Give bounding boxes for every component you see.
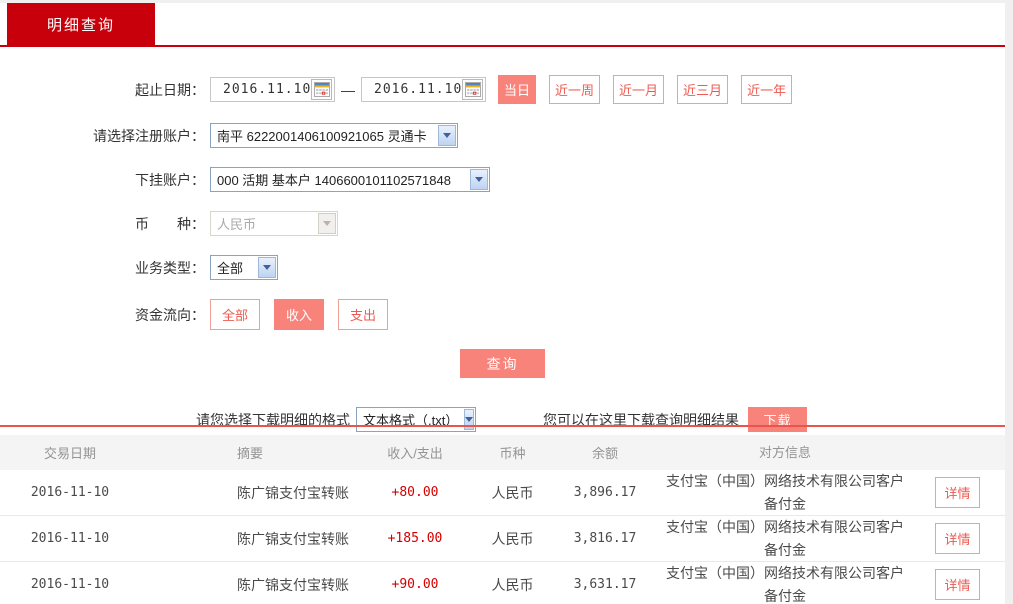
- header-date: 交易日期: [0, 443, 140, 462]
- fund-flow-buttons: 全部收入支出: [210, 299, 402, 330]
- sub-account-value: 000 活期 基本户 1406600101102571848: [211, 170, 470, 189]
- cell-amount: +185.00: [355, 531, 475, 546]
- cell-action: 详情: [910, 569, 1005, 600]
- fund-flow-button-0[interactable]: 全部: [210, 299, 260, 330]
- table-row: 2016-11-10陈广锦支付宝转账+80.00人民币3,896.17支付宝（中…: [0, 470, 1005, 516]
- table-row: 2016-11-10陈广锦支付宝转账+185.00人民币3,816.17支付宝（…: [0, 516, 1005, 562]
- sub-account-row: 下挂账户： 000 活期 基本户 1406600101102571848: [0, 167, 1005, 192]
- cell-balance: 3,896.17: [550, 485, 660, 500]
- quick-range-button-0[interactable]: 当日: [498, 75, 536, 104]
- tab-label: 明细查询: [47, 14, 115, 35]
- cell-summary: 陈广锦支付宝转账: [140, 483, 355, 503]
- detail-query-page: 明细查询 起止日期： 2016.11.10: [0, 0, 1013, 604]
- chevron-down-icon: [318, 213, 336, 234]
- cell-date: 2016-11-10: [0, 577, 140, 592]
- register-account-select[interactable]: 南平 6222001406100921065 灵通卡: [210, 123, 458, 148]
- detail-button[interactable]: 详情: [935, 569, 979, 600]
- calendar-icon[interactable]: [311, 79, 332, 100]
- business-type-select[interactable]: 全部: [210, 255, 278, 280]
- cell-summary: 陈广锦支付宝转账: [140, 529, 355, 549]
- fund-flow-button-1[interactable]: 收入: [274, 299, 324, 330]
- quick-range-button-4[interactable]: 近一年: [741, 75, 792, 104]
- fund-flow-row: 资金流向： 全部收入支出: [0, 299, 1005, 330]
- business-type-label: 业务类型：: [0, 258, 210, 278]
- fund-flow-label: 资金流向：: [0, 305, 210, 325]
- start-date-input[interactable]: 2016.11.10: [210, 77, 335, 102]
- currency-select-disabled: 人民币: [210, 211, 338, 236]
- download-row: 请您选择下载明细的格式 文本格式（.txt） 您可以在这里下载查询明细结果 下载: [196, 407, 1005, 432]
- quick-range-button-3[interactable]: 近三月: [677, 75, 728, 104]
- register-account-row: 请选择注册账户： 南平 6222001406100921065 灵通卡: [0, 123, 1005, 148]
- detail-button[interactable]: 详情: [935, 477, 979, 508]
- start-date-value: 2016.11.10: [211, 82, 311, 97]
- header-counterparty: 对方信息: [660, 441, 910, 464]
- cell-currency: 人民币: [475, 575, 550, 595]
- sub-account-select[interactable]: 000 活期 基本户 1406600101102571848: [210, 167, 490, 192]
- fund-flow-button-2[interactable]: 支出: [338, 299, 388, 330]
- date-range-separator: —: [341, 82, 355, 98]
- cell-summary: 陈广锦支付宝转账: [140, 575, 355, 595]
- register-account-label: 请选择注册账户：: [0, 126, 210, 146]
- detail-button[interactable]: 详情: [935, 523, 979, 554]
- header-balance: 余额: [550, 443, 660, 462]
- right-scroll-strip[interactable]: [1005, 0, 1013, 604]
- calendar-icon[interactable]: [462, 79, 483, 100]
- cell-amount: +80.00: [355, 485, 475, 500]
- date-range-label: 起止日期：: [0, 80, 210, 100]
- end-date-input[interactable]: 2016.11.10: [361, 77, 486, 102]
- query-row: 查询: [0, 349, 1005, 378]
- currency-row: 币 种： 人民币: [0, 211, 1005, 236]
- cell-balance: 3,816.17: [550, 531, 660, 546]
- query-button[interactable]: 查询: [460, 349, 545, 378]
- cell-counterparty: 支付宝（中国）网络技术有限公司客户备付金: [660, 562, 910, 604]
- transactions-table: 交易日期 摘要 收入/支出 币种 余额 对方信息 2016-11-10陈广锦支付…: [0, 435, 1005, 604]
- cell-currency: 人民币: [475, 529, 550, 549]
- cell-counterparty: 支付宝（中国）网络技术有限公司客户备付金: [660, 470, 910, 516]
- chevron-down-icon: [470, 169, 488, 190]
- query-form: 起止日期： 2016.11.10: [0, 47, 1005, 432]
- register-account-value: 南平 6222001406100921065 灵通卡: [211, 126, 438, 145]
- cell-action: 详情: [910, 477, 1005, 508]
- cell-date: 2016-11-10: [0, 485, 140, 500]
- sub-account-label: 下挂账户：: [0, 170, 210, 190]
- download-format-select[interactable]: 文本格式（.txt）: [356, 407, 476, 432]
- cell-date: 2016-11-10: [0, 531, 140, 546]
- quick-range-button-2[interactable]: 近一月: [613, 75, 664, 104]
- header-currency: 币种: [475, 443, 550, 462]
- download-button[interactable]: 下载: [748, 407, 807, 432]
- table-body: 2016-11-10陈广锦支付宝转账+80.00人民币3,896.17支付宝（中…: [0, 470, 1005, 604]
- quick-range-button-1[interactable]: 近一周: [549, 75, 600, 104]
- quick-range-buttons: 当日近一周近一月近三月近一年: [498, 75, 805, 104]
- cell-amount: +90.00: [355, 577, 475, 592]
- business-type-value: 全部: [211, 258, 258, 277]
- tab-detail-query[interactable]: 明细查询: [7, 3, 155, 45]
- cell-balance: 3,631.17: [550, 577, 660, 592]
- date-range-row: 起止日期： 2016.11.10: [0, 75, 1005, 104]
- table-row: 2016-11-10陈广锦支付宝转账+90.00人民币3,631.17支付宝（中…: [0, 562, 1005, 604]
- chevron-down-icon: [438, 125, 456, 146]
- header-amount: 收入/支出: [355, 443, 475, 462]
- end-date-value: 2016.11.10: [362, 82, 462, 97]
- currency-value: 人民币: [211, 214, 318, 233]
- table-top-divider: [0, 425, 1005, 427]
- cell-counterparty: 支付宝（中国）网络技术有限公司客户备付金: [660, 516, 910, 562]
- chevron-down-icon: [258, 257, 276, 278]
- cell-action: 详情: [910, 523, 1005, 554]
- header-summary: 摘要: [140, 443, 355, 462]
- currency-label: 币 种：: [0, 214, 210, 234]
- table-header-row: 交易日期 摘要 收入/支出 币种 余额 对方信息: [0, 435, 1005, 470]
- cell-currency: 人民币: [475, 483, 550, 503]
- business-type-row: 业务类型： 全部: [0, 255, 1005, 280]
